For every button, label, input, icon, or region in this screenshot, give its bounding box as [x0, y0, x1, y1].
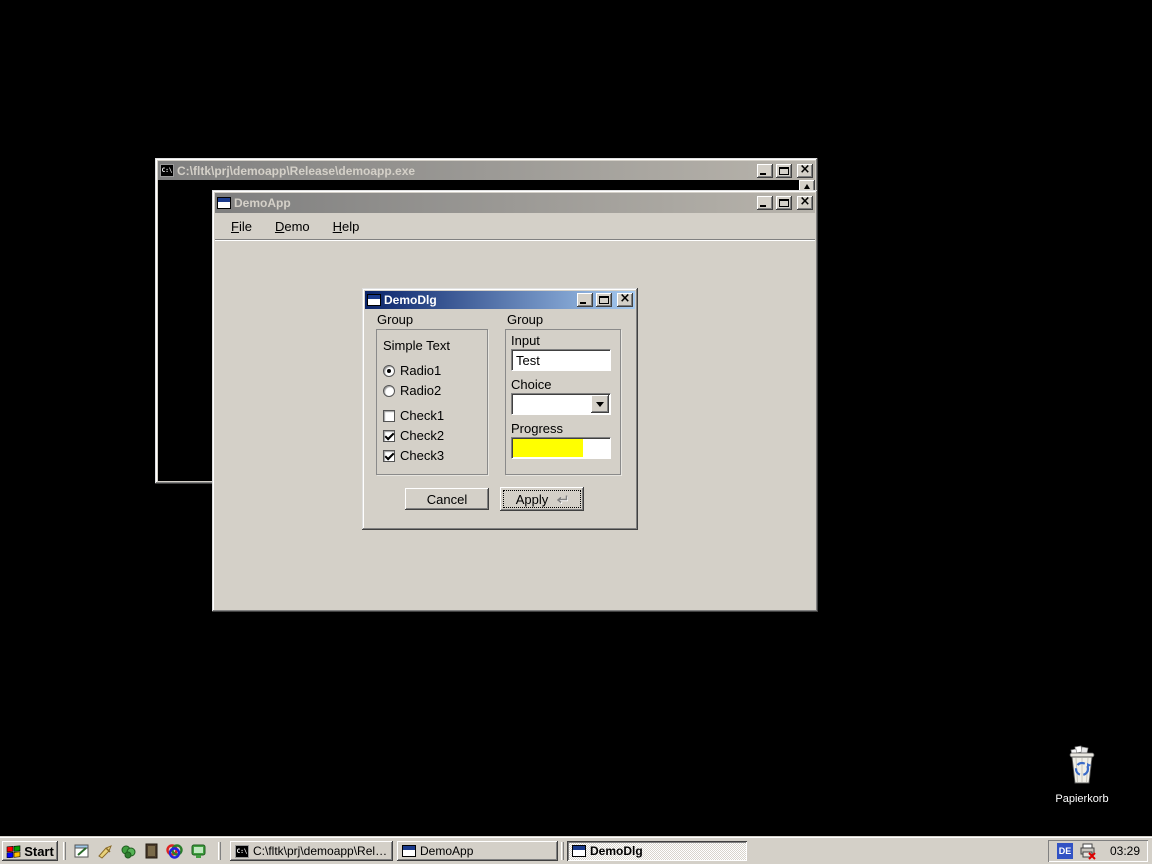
maximize-button[interactable]: [596, 293, 612, 307]
demoapp-titlebar[interactable]: DemoApp: [215, 193, 815, 213]
taskbar-divider: [218, 842, 221, 860]
radio2-label: Radio2: [400, 383, 441, 398]
choice-arrow-button[interactable]: [591, 395, 609, 413]
start-button[interactable]: Start: [2, 841, 58, 861]
minimize-button[interactable]: [757, 196, 773, 210]
desktop: C:\ C:\fltk\prj\demoapp\Release\demoapp.…: [0, 0, 1152, 864]
window-icon: [572, 845, 586, 857]
quicklaunch-green-plant-icon[interactable]: [117, 841, 139, 861]
up-arrow-icon: [804, 184, 810, 189]
printer-error-icon[interactable]: [1079, 843, 1097, 860]
keyboard-layout-indicator[interactable]: DE: [1057, 843, 1073, 859]
demodlg-window: DemoDlg Group Simple Text Radio1 Radio2 …: [362, 288, 638, 530]
progress-bar: [511, 437, 611, 459]
static-text: Simple Text: [383, 338, 450, 353]
progress-fill: [513, 439, 583, 457]
right-group-label: Group: [507, 312, 543, 327]
choice-value: [512, 395, 516, 410]
check3-label: Check3: [400, 448, 444, 463]
taskbar-button-console[interactable]: C:\ C:\fltk\prj\demoapp\Rele...: [230, 841, 393, 861]
taskbar-button-demodlg[interactable]: DemoDlg: [567, 841, 747, 861]
return-key-icon: [554, 494, 568, 505]
taskbar-button-label: C:\fltk\prj\demoapp\Rele...: [253, 844, 388, 858]
window-icon: [402, 845, 416, 857]
taskbar: Start C:\ C:\fltk\prj\demoapp\Rele... D: [0, 838, 1152, 864]
start-label: Start: [24, 844, 54, 859]
demodlg-titlebar[interactable]: DemoDlg: [365, 291, 635, 309]
console-titlebar[interactable]: C:\ C:\fltk\prj\demoapp\Release\demoapp.…: [158, 161, 815, 180]
progress-label: Progress: [511, 421, 563, 436]
demodlg-title: DemoDlg: [384, 293, 574, 307]
radio1-button[interactable]: [383, 365, 395, 377]
taskbar-button-label: DemoApp: [420, 844, 473, 858]
radio2-button[interactable]: [383, 385, 395, 397]
radio-row[interactable]: Radio1: [383, 363, 441, 378]
apply-label: Apply: [516, 492, 549, 507]
console-icon: C:\: [160, 164, 174, 177]
quicklaunch-green-monitor-icon[interactable]: [187, 841, 209, 861]
input-label: Input: [511, 333, 540, 348]
menu-file[interactable]: File: [224, 216, 259, 237]
check1-box[interactable]: [383, 410, 395, 422]
close-button[interactable]: [797, 164, 813, 178]
taskbar-button-label: DemoDlg: [590, 844, 643, 858]
system-tray: DE 03:29: [1048, 840, 1148, 862]
console-icon: C:\: [235, 845, 249, 858]
clock[interactable]: 03:29: [1110, 844, 1140, 858]
demoapp-title: DemoApp: [234, 196, 754, 210]
check-row[interactable]: Check1: [383, 408, 444, 423]
check-row[interactable]: Check3: [383, 448, 444, 463]
input-field[interactable]: [511, 349, 611, 371]
check2-label: Check2: [400, 428, 444, 443]
console-title: C:\fltk\prj\demoapp\Release\demoapp.exe: [177, 164, 754, 178]
check1-label: Check1: [400, 408, 444, 423]
taskbar-button-demoapp[interactable]: DemoApp: [397, 841, 558, 861]
demoapp-icon: [217, 197, 231, 209]
radio-row[interactable]: Radio2: [383, 383, 441, 398]
check-row[interactable]: Check2: [383, 428, 444, 443]
taskbar-divider: [561, 842, 564, 860]
recycle-bin-icon[interactable]: Papierkorb: [1042, 745, 1122, 805]
choice-dropdown[interactable]: [511, 393, 611, 415]
close-button[interactable]: [797, 196, 813, 210]
apply-button[interactable]: Apply: [500, 487, 584, 511]
cancel-button[interactable]: Cancel: [405, 488, 489, 510]
windows-logo-icon: [6, 845, 21, 858]
cancel-label: Cancel: [427, 492, 467, 507]
menu-help[interactable]: Help: [326, 216, 367, 237]
minimize-button[interactable]: [577, 293, 593, 307]
down-arrow-icon: [596, 402, 604, 407]
trash-can-icon: [1063, 745, 1101, 785]
menu-demo[interactable]: Demo: [268, 216, 317, 237]
menubar: File Demo Help: [215, 213, 815, 239]
quicklaunch-document-pen-icon[interactable]: [71, 841, 93, 861]
demodlg-icon: [367, 294, 381, 306]
choice-label: Choice: [511, 377, 551, 392]
check3-box[interactable]: [383, 450, 395, 462]
minimize-button[interactable]: [757, 164, 773, 178]
quicklaunch-color-rings-icon[interactable]: [163, 841, 185, 861]
quicklaunch-book-icon[interactable]: [140, 841, 162, 861]
radio1-label: Radio1: [400, 363, 441, 378]
quicklaunch-hand-pen-icon[interactable]: [94, 841, 116, 861]
left-group-label: Group: [377, 312, 413, 327]
check2-box[interactable]: [383, 430, 395, 442]
close-button[interactable]: [617, 293, 633, 307]
taskbar-divider: [63, 842, 66, 860]
maximize-button[interactable]: [776, 196, 792, 210]
recycle-bin-label: Papierkorb: [1042, 793, 1122, 805]
maximize-button[interactable]: [776, 164, 792, 178]
